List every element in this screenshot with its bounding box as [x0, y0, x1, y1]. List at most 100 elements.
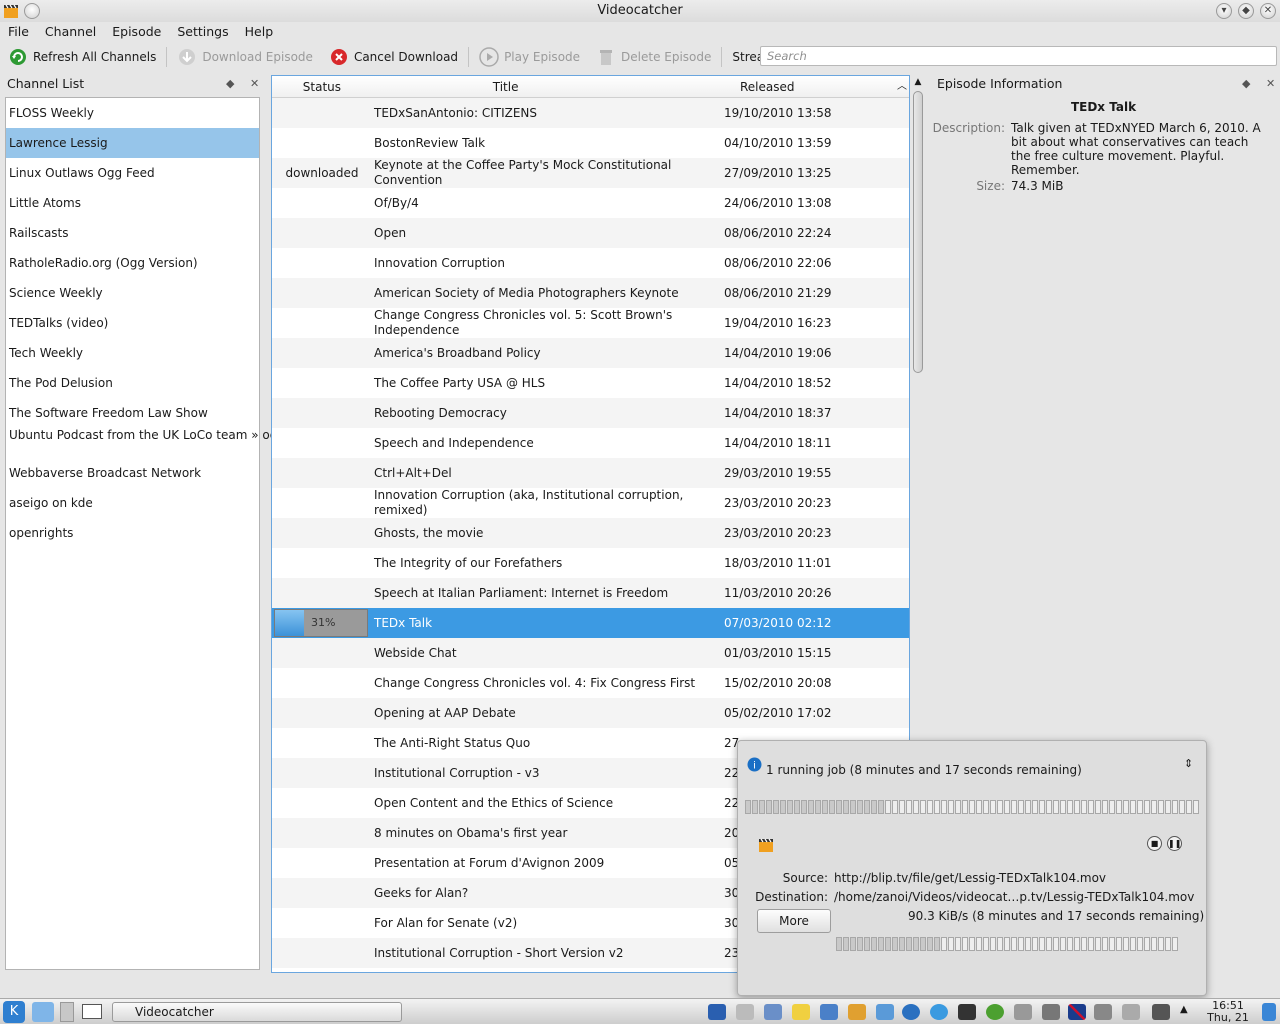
episode-row[interactable]: Innovation Corruption 08/06/2010 22:06 [272, 248, 909, 278]
episode-row[interactable]: Speech and Independence 14/04/2010 18:11 [272, 428, 909, 458]
clock[interactable]: 16:51 Thu, 21 Oct [1198, 999, 1258, 1024]
expand-collapse-icon[interactable]: ⇕ [1184, 757, 1193, 770]
job-tracker-popup: i 1 running job (8 minutes and 17 second… [737, 740, 1207, 996]
tray-help-icon[interactable] [930, 1004, 948, 1020]
episode-row[interactable]: Opening at AAP Debate 05/02/2010 17:02 [272, 698, 909, 728]
scrollbar-thumb[interactable] [913, 91, 923, 373]
channel-item[interactable]: RatholeRadio.org (Ogg Version) [6, 248, 259, 278]
close-window-button[interactable]: ✕ [1260, 3, 1276, 19]
mail-icon[interactable] [82, 1004, 102, 1019]
tray-network-icon[interactable] [708, 1004, 726, 1020]
tray-settings-icon[interactable] [986, 1004, 1004, 1020]
channel-item[interactable]: TEDTalks (video) [6, 308, 259, 338]
tray-keyboard-layout-icon[interactable] [1068, 1004, 1086, 1020]
episode-row[interactable]: American Society of Media Photographers … [272, 278, 909, 308]
float-panel-icon[interactable]: ◆ [1242, 77, 1250, 90]
episode-row[interactable]: Open 08/06/2010 22:24 [272, 218, 909, 248]
app-icon[interactable] [3, 3, 19, 19]
episode-row[interactable]: The Coffee Party USA @ HLS 14/04/2010 18:… [272, 368, 909, 398]
episode-row[interactable]: America's Broadband Policy 14/04/2010 19:… [272, 338, 909, 368]
channel-item[interactable]: Science Weekly [6, 278, 259, 308]
channel-item[interactable]: Linux Outlaws Ogg Feed [6, 158, 259, 188]
task-videocatcher[interactable]: Videocatcher [112, 1002, 402, 1022]
tray-weather-icon[interactable] [764, 1004, 782, 1020]
float-panel-icon[interactable]: ◆ [226, 77, 234, 90]
episode-row[interactable]: BostonReview Talk 04/10/2010 13:59 [272, 128, 909, 158]
minimize-button[interactable]: ▾ [1216, 3, 1232, 19]
menu-channel[interactable]: Channel [37, 22, 104, 42]
channel-item[interactable]: Tech Weekly [6, 338, 259, 368]
cashew-icon[interactable] [1262, 1003, 1276, 1021]
maximize-button[interactable]: ◆ [1238, 3, 1254, 19]
kde-menu-icon[interactable]: K [3, 1001, 25, 1023]
pager-icon[interactable] [60, 1002, 74, 1022]
more-button[interactable]: More [757, 909, 831, 933]
tray-expand-icon[interactable]: ▲ [1180, 1004, 1188, 1015]
channel-item[interactable]: Ubuntu Podcast from the UK LoCo team » o… [6, 428, 315, 458]
tray-download-icon[interactable] [876, 1004, 894, 1020]
episode-title: Ghosts, the movie [374, 525, 484, 540]
channel-item[interactable]: The Pod Delusion [6, 368, 259, 398]
menu-settings[interactable]: Settings [169, 22, 236, 42]
episode-row[interactable]: 31% TEDx Talk 07/03/2010 02:12 [272, 608, 909, 638]
tray-safari-icon[interactable] [902, 1004, 920, 1020]
channel-item[interactable]: Railscasts [6, 218, 259, 248]
tray-printer-icon[interactable] [1152, 1004, 1170, 1020]
menu-help[interactable]: Help [237, 22, 282, 42]
progress-segment [759, 800, 765, 814]
tray-chat-icon[interactable] [958, 1004, 976, 1020]
episode-row[interactable]: The Integrity of our Forefathers 18/03/20… [272, 548, 909, 578]
column-released[interactable]: Released [639, 76, 895, 97]
episode-row[interactable]: Of/By/4 24/06/2010 13:08 [272, 188, 909, 218]
progress-segment [920, 800, 926, 814]
desktop-icon[interactable] [32, 1002, 54, 1022]
progress-segment [934, 937, 940, 951]
clock-date: Thu, 21 Oct [1207, 1011, 1249, 1024]
stop-job-icon[interactable]: ■ [1147, 836, 1162, 851]
window-menu-button[interactable] [24, 3, 40, 19]
episode-row[interactable]: Ctrl+Alt+Del 29/03/2010 19:55 [272, 458, 909, 488]
tray-network-manager-icon[interactable] [1014, 1004, 1032, 1020]
tray-clipboard-icon[interactable] [1042, 1004, 1060, 1020]
menu-episode[interactable]: Episode [104, 22, 169, 42]
refresh-all-button[interactable]: Refresh All Channels [0, 44, 164, 70]
episode-row[interactable]: Speech at Italian Parliament: Internet i… [272, 578, 909, 608]
episode-title: BostonReview Talk [374, 135, 486, 150]
search-input[interactable]: Search [760, 46, 1277, 66]
tray-battery-icon[interactable] [1122, 1004, 1140, 1020]
channel-item[interactable]: aseigo on kde [6, 488, 259, 518]
channel-item[interactable]: Webbaverse Broadcast Network [6, 458, 259, 488]
tray-counter-icon[interactable] [820, 1004, 838, 1020]
menu-file[interactable]: File [0, 22, 37, 42]
channel-item[interactable]: Lawrence Lessig [6, 128, 259, 158]
close-panel-icon[interactable]: ✕ [1266, 77, 1275, 90]
scroll-up-icon[interactable]: ▲ [911, 75, 925, 89]
episode-released: 18/03/2010 11:01 [724, 556, 832, 570]
episode-row[interactable]: Change Congress Chronicles vol. 5: Scott… [272, 308, 909, 338]
episode-row[interactable]: Ghosts, the movie 23/03/2010 20:23 [272, 518, 909, 548]
channel-item[interactable]: FLOSS Weekly [6, 98, 259, 128]
tray-volume-icon[interactable] [1094, 1004, 1112, 1020]
channel-item[interactable]: openrights [6, 518, 259, 548]
column-title[interactable]: Title [372, 76, 640, 97]
column-status[interactable]: Status [272, 76, 372, 97]
close-panel-icon[interactable]: ✕ [250, 77, 259, 90]
episode-row[interactable]: Innovation Corruption (aka, Institutiona… [272, 488, 909, 518]
tray-clock-icon[interactable] [736, 1004, 754, 1020]
episode-released: 14/04/2010 18:52 [724, 376, 832, 390]
delete-episode-button[interactable]: Delete Episode [588, 44, 719, 70]
episode-row[interactable]: Webside Chat 01/03/2010 15:15 [272, 638, 909, 668]
download-episode-button[interactable]: Download Episode [169, 44, 321, 70]
episode-row[interactable]: downloaded Keynote at the Coffee Party's … [272, 158, 909, 188]
play-episode-button[interactable]: Play Episode [471, 44, 588, 70]
episode-row[interactable]: Change Congress Chronicles vol. 4: Fix C… [272, 668, 909, 698]
episode-row[interactable]: Rebooting Democracy 14/04/2010 18:37 [272, 398, 909, 428]
tray-videocatcher-icon[interactable] [848, 1004, 866, 1020]
channel-item[interactable]: The Software Freedom Law Show [6, 398, 259, 428]
episode-row[interactable]: TEDxSanAntonio: CITIZENS 19/10/2010 13:58 [272, 98, 909, 128]
episode-title: Institutional Corruption - v3 [374, 765, 540, 780]
tray-notes-icon[interactable] [792, 1004, 810, 1020]
cancel-download-button[interactable]: Cancel Download [321, 44, 466, 70]
pause-job-icon[interactable]: ❚❚ [1167, 836, 1182, 851]
channel-item[interactable]: Little Atoms [6, 188, 259, 218]
